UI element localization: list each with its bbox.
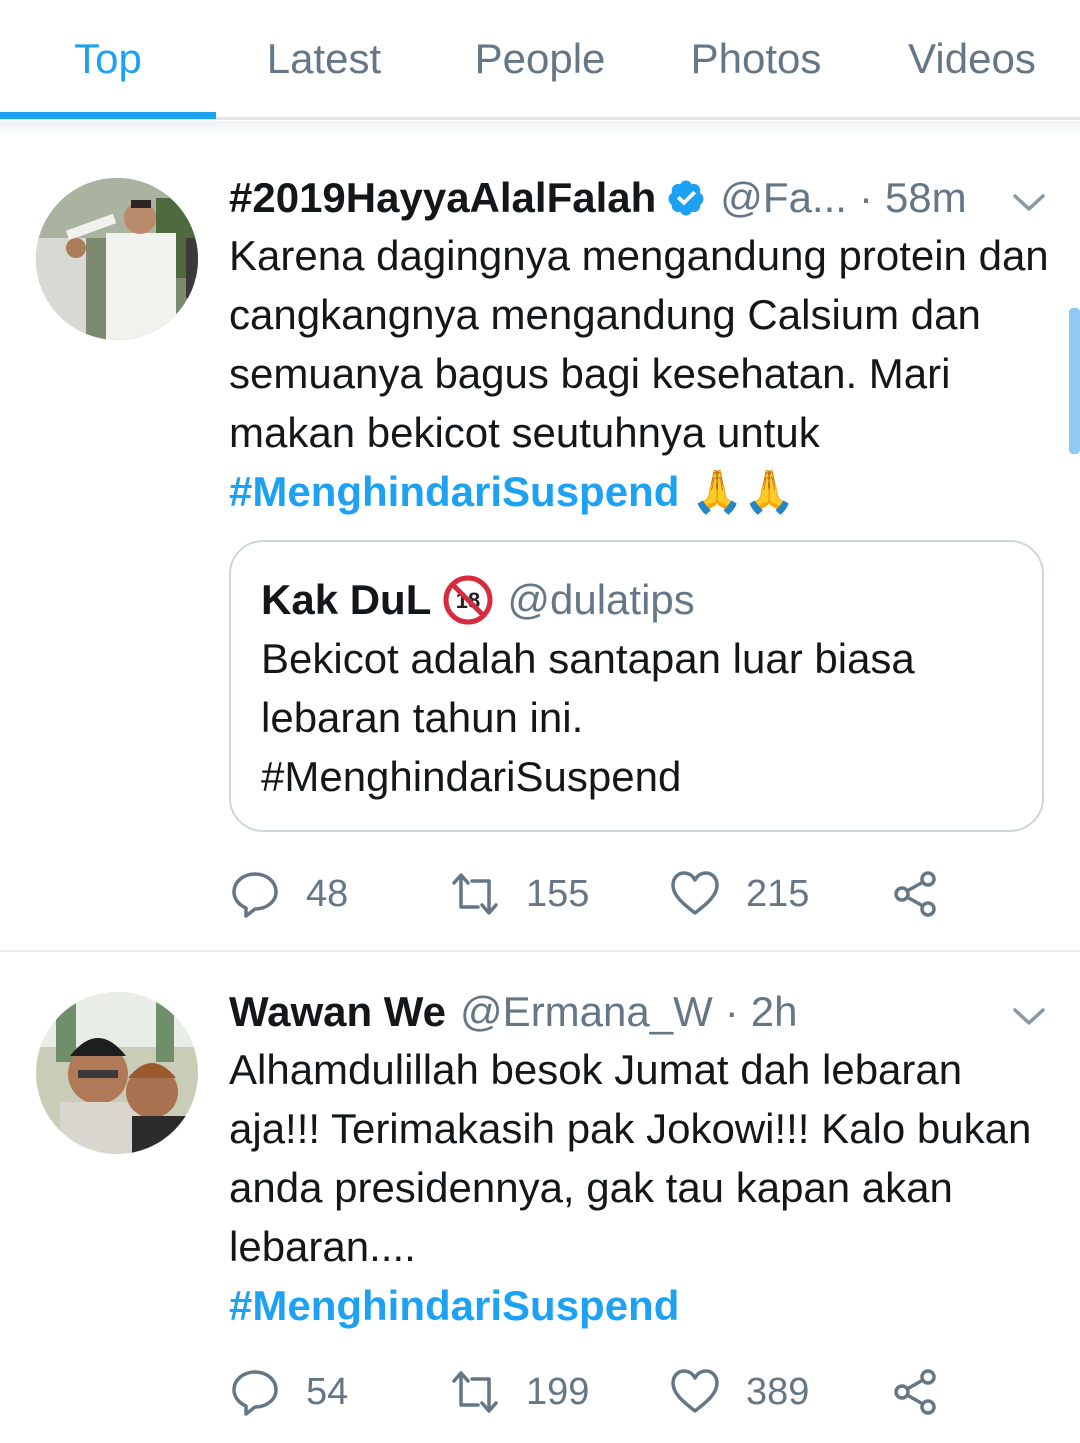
quoted-hashtag: #MenghindariSuspend [261,753,682,800]
user-handle[interactable]: @Fa... [720,174,847,222]
reply-button[interactable]: 48 [230,864,348,924]
retweet-count: 199 [526,1370,590,1413]
retweet-icon [452,873,498,915]
tab-people[interactable]: People [432,0,648,118]
tab-top[interactable]: Top [0,0,216,118]
retweet-button[interactable]: 155 [450,864,589,924]
no-under-18-icon: 18 [443,575,493,625]
tab-videos[interactable]: Videos [864,0,1080,118]
quoted-tweet-header: Kak DuL 18 @dulatips [261,572,695,628]
tweet-actions: 54 199 389 [0,1362,1080,1422]
tweet-body: Alhamdulillah besok Jumat dah lebaran aj… [229,1046,1032,1270]
verified-badge-icon [666,178,706,218]
retweet-icon [452,1371,498,1413]
like-button[interactable]: 215 [670,864,809,924]
reply-button[interactable]: 54 [230,1362,348,1422]
heart-icon [671,1369,719,1413]
timestamp[interactable]: 58m [885,174,967,222]
share-button[interactable] [890,864,940,924]
reply-icon [232,1370,278,1416]
share-icon [894,1369,936,1415]
hashtag-link[interactable]: #MenghindariSuspend [229,1282,679,1329]
quoted-body: Bekicot adalah santapan luar biasa lebar… [261,635,915,741]
chevron-down-icon[interactable] [1012,1006,1046,1028]
like-count: 215 [746,872,810,915]
user-handle[interactable]: @Ermana_W [460,988,713,1036]
display-name[interactable]: Wawan We [229,988,446,1036]
separator-dot: · [724,988,739,1035]
timestamp[interactable]: 2h [751,988,798,1036]
search-tabs: Top Latest People Photos Videos [0,0,1080,120]
quoted-user-handle: @dulatips [507,576,695,623]
avatar[interactable] [36,178,198,340]
tweet-text: Alhamdulillah besok Jumat dah lebaran aj… [229,1040,1049,1335]
quoted-tweet[interactable]: Kak DuL 18 @dulatips Bekicot adalah sant… [229,540,1044,832]
tweet-header: Wawan We @Ermana_W · 2h [229,982,797,1042]
chevron-down-icon[interactable] [1012,192,1046,214]
reply-count: 48 [306,872,349,915]
tweet-text: Karena dagingnya mengandung protein dan … [229,226,1049,521]
tweet[interactable]: Wawan We @Ermana_W · 2h Alhamdulillah be… [0,954,1080,1443]
reply-count: 54 [306,1370,349,1413]
tweet-body: Karena dagingnya mengandung protein dan … [229,232,1049,456]
tabs-shadow [0,121,1080,137]
tab-photos[interactable]: Photos [648,0,864,118]
tweet-actions: 48 155 215 [0,864,1080,924]
tweet[interactable]: #2019HayyaAlalFalah @Fa... · 58m Karena … [0,138,1080,952]
scrollbar[interactable] [1069,308,1080,454]
like-button[interactable]: 389 [670,1362,809,1422]
quoted-tweet-text: Bekicot adalah santapan luar biasa lebar… [261,629,1021,806]
tab-latest[interactable]: Latest [216,0,432,118]
share-button[interactable] [890,1362,940,1422]
emoji: 🙏🙏 [691,468,796,515]
avatar[interactable] [36,992,198,1154]
retweet-button[interactable]: 199 [450,1362,589,1422]
like-count: 389 [746,1370,810,1413]
quoted-display-name: Kak DuL [261,576,432,623]
separator-dot: · [858,174,873,221]
display-name[interactable]: #2019HayyaAlalFalah [229,174,656,222]
share-icon [894,871,936,917]
reply-icon [232,872,278,918]
retweet-count: 155 [526,872,590,915]
heart-icon [671,871,719,915]
hashtag-link[interactable]: #MenghindariSuspend [229,468,679,515]
active-tab-indicator [0,112,216,119]
tweet-header: #2019HayyaAlalFalah @Fa... · 58m [229,168,967,228]
